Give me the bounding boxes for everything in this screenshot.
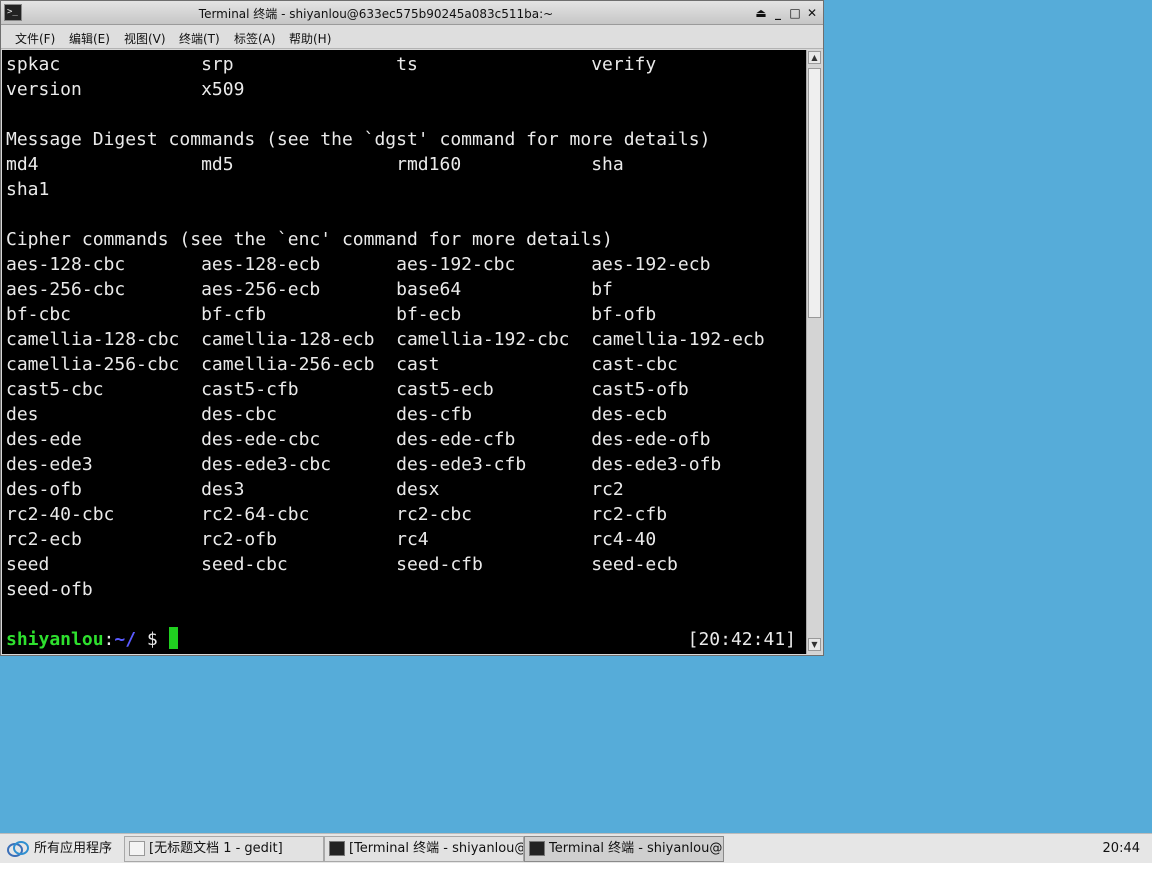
output-line: spkac srp ts verify xyxy=(6,54,657,75)
output-line: cast5-cbc cast5-cfb cast5-ecb cast5-ofb xyxy=(6,379,689,400)
menu-view[interactable]: 视图(V) xyxy=(124,30,166,47)
output-line: md4 md5 rmd160 sha xyxy=(6,154,624,175)
menu-bar: 文件(F) 编辑(E) 视图(V) 终端(T) 标签(A) 帮助(H) xyxy=(1,25,823,49)
output-line: sha1 xyxy=(6,179,50,200)
output-line: seed-ofb xyxy=(6,579,93,600)
prompt-path: ~/ xyxy=(114,629,137,650)
output-line: rc2-ecb rc2-ofb rc4 rc4-40 xyxy=(6,529,657,550)
task-gedit[interactable]: [无标题文档 1 - gedit] xyxy=(124,836,324,862)
output-line: des-ede3 des-ede3-cbc des-ede3-cfb des-e… xyxy=(6,454,722,475)
menu-edit[interactable]: 编辑(E) xyxy=(69,30,110,47)
screen-bottom-area xyxy=(0,863,1152,896)
terminal-icon xyxy=(329,841,345,856)
menu-file[interactable]: 文件(F) xyxy=(15,30,55,47)
output-line: des-ofb des3 desx rc2 xyxy=(6,479,624,500)
output-line: des-ede des-ede-cbc des-ede-cfb des-ede-… xyxy=(6,429,711,450)
shade-icon[interactable]: ⏏ xyxy=(753,5,769,21)
terminal-icon xyxy=(529,841,545,856)
output-line: des des-cbc des-cfb des-ecb xyxy=(6,404,668,425)
terminal-output[interactable]: spkac srp ts verify version x509 Message… xyxy=(2,50,806,654)
task-label: [无标题文档 1 - gedit] xyxy=(149,841,283,856)
gedit-icon xyxy=(129,841,145,856)
output-line: camellia-128-cbc camellia-128-ecb camell… xyxy=(6,329,765,350)
prompt-time: [20:42:41] xyxy=(687,629,796,650)
maximize-icon[interactable]: □ xyxy=(787,5,803,21)
applications-menu-button[interactable]: 所有应用程序 xyxy=(4,838,112,860)
output-line: version x509 xyxy=(6,79,245,100)
menu-terminal[interactable]: 终端(T) xyxy=(179,30,220,47)
terminal-window: >_ Terminal 终端 - shiyanlou@633ec575b9024… xyxy=(0,0,824,656)
output-line: seed seed-cbc seed-cfb seed-ecb xyxy=(6,554,678,575)
title-bar[interactable]: >_ Terminal 终端 - shiyanlou@633ec575b9024… xyxy=(1,1,823,25)
menu-help[interactable]: 帮助(H) xyxy=(289,30,331,47)
task-terminal-2[interactable]: Terminal 终端 - shiyanlou@… xyxy=(524,836,724,862)
taskbar-clock[interactable]: 20:44 xyxy=(1103,841,1140,856)
menu-tabs[interactable]: 标签(A) xyxy=(234,30,276,47)
output-line: Message Digest commands (see the `dgst' … xyxy=(6,129,711,150)
close-icon[interactable]: ✕ xyxy=(804,5,820,21)
output-line: rc2-40-cbc rc2-64-cbc rc2-cbc rc2-cfb xyxy=(6,504,668,525)
output-line: bf-cbc bf-cfb bf-ecb bf-ofb xyxy=(6,304,657,325)
output-line: aes-256-cbc aes-256-ecb base64 bf xyxy=(6,279,613,300)
prompt-user: shiyanlou xyxy=(6,629,104,650)
task-terminal-1[interactable]: [Terminal 终端 - shiyanlou@… xyxy=(324,836,524,862)
applications-menu-label: 所有应用程序 xyxy=(34,841,113,856)
scroll-up-icon[interactable]: ▲ xyxy=(808,51,821,64)
text-cursor[interactable] xyxy=(168,627,178,649)
scroll-thumb[interactable] xyxy=(808,68,821,318)
applications-icon xyxy=(7,841,29,857)
output-line: camellia-256-cbc camellia-256-ecb cast c… xyxy=(6,354,678,375)
prompt-symbol: $ xyxy=(136,629,169,650)
task-label: [Terminal 终端 - shiyanlou@… xyxy=(349,841,524,856)
vertical-scrollbar[interactable]: ▲ ▼ xyxy=(806,50,822,654)
output-line: aes-128-cbc aes-128-ecb aes-192-cbc aes-… xyxy=(6,254,711,275)
prompt-line[interactable]: shiyanlou:~/ $ xyxy=(6,627,178,652)
output-line: Cipher commands (see the `enc' command f… xyxy=(6,229,613,250)
taskbar: 所有应用程序 [无标题文档 1 - gedit] [Terminal 终端 - … xyxy=(0,833,1152,863)
scroll-down-icon[interactable]: ▼ xyxy=(808,638,821,651)
minimize-icon[interactable]: _ xyxy=(770,5,786,21)
task-label: Terminal 终端 - shiyanlou@… xyxy=(549,841,724,856)
prompt-separator: : xyxy=(103,629,115,650)
window-title: Terminal 终端 - shiyanlou@633ec575b90245a0… xyxy=(198,7,554,21)
